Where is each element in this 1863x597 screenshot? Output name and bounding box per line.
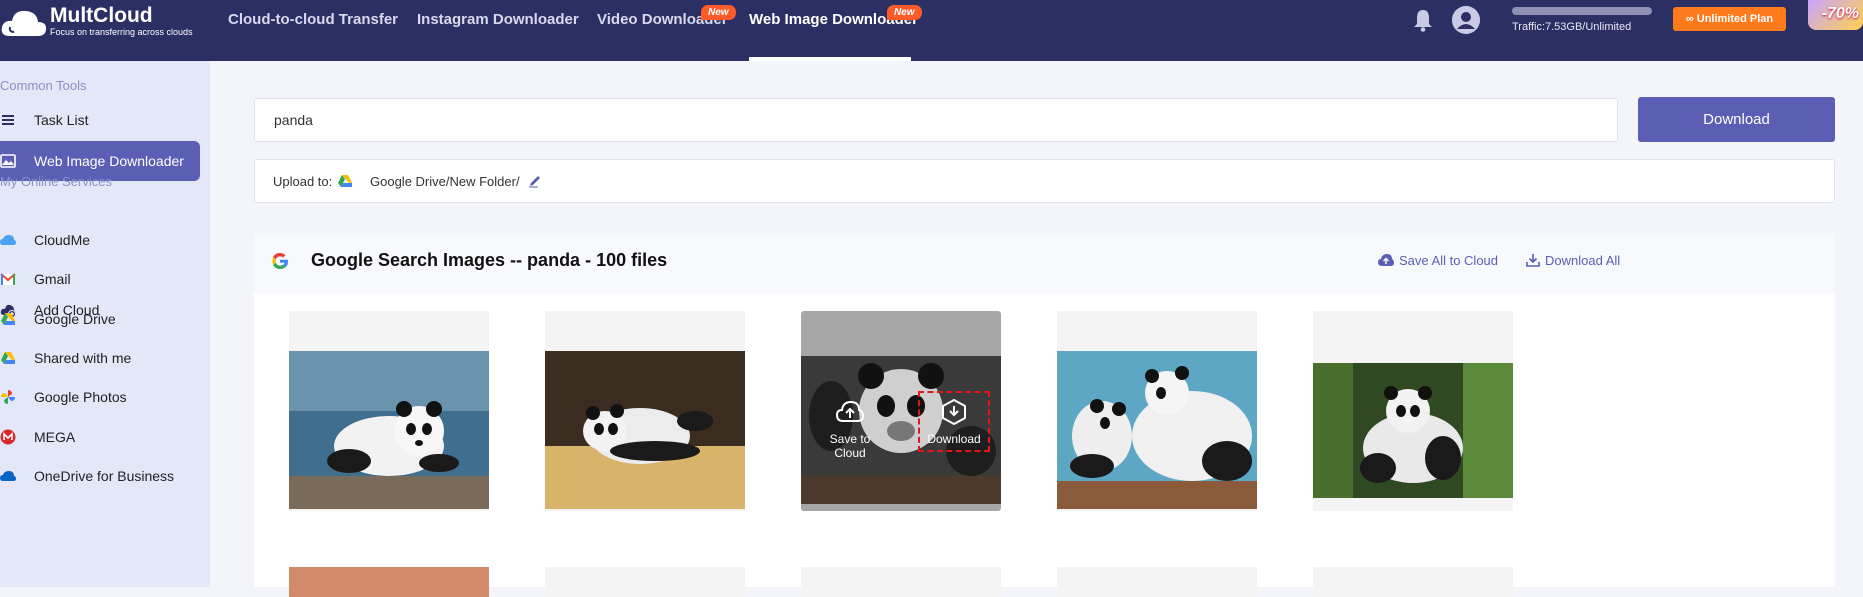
- infinity-icon: ∞: [1685, 13, 1697, 25]
- gmail-icon: [0, 273, 16, 285]
- sidebar-item-cloudme[interactable]: CloudMe: [0, 220, 200, 260]
- panda-bamboo-photo: [1313, 363, 1513, 498]
- cloud-upload-icon: [1378, 254, 1394, 266]
- sidebar-item-onedrive-business[interactable]: OneDrive for Business: [0, 456, 200, 496]
- upload-to-label: Upload to:: [273, 174, 333, 189]
- image-card[interactable]: [801, 567, 1001, 597]
- sidebar-item-shared-with-me[interactable]: Shared with me: [0, 338, 200, 378]
- discount-promo-badge[interactable]: -70%: [1808, 0, 1863, 30]
- download-button[interactable]: Download: [1638, 97, 1835, 142]
- sidebar-item-mega[interactable]: MEGA: [0, 417, 200, 457]
- download-label: Download: [927, 432, 981, 446]
- top-navbar: MultCloud Focus on transferring across c…: [0, 0, 1863, 61]
- nav-web-image-downloader[interactable]: Web Image Downloader New: [749, 5, 922, 28]
- sidebar-item-label: OneDrive for Business: [34, 468, 175, 484]
- save-to-cloud-button[interactable]: Save to Cloud: [815, 398, 885, 460]
- save-all-label: Save All to Cloud: [1399, 253, 1499, 268]
- google-drive-shared-icon: [1, 352, 15, 364]
- image-card[interactable]: [1057, 311, 1257, 511]
- new-badge: New: [887, 5, 922, 20]
- download-icon: [1526, 254, 1540, 267]
- results-header: Google Search Images -- panda - 100 file…: [254, 233, 1835, 293]
- image-card[interactable]: [1313, 567, 1513, 597]
- upload-path: Google Drive/New Folder/: [370, 174, 520, 189]
- sidebar-item-label: MEGA: [34, 429, 76, 445]
- user-avatar-icon[interactable]: [1452, 6, 1480, 34]
- image-card[interactable]: [1313, 311, 1513, 511]
- sidebar-item-label: Shared with me: [34, 350, 132, 366]
- image-card[interactable]: [1057, 567, 1257, 597]
- save-all-to-cloud-button[interactable]: Save All to Cloud: [1378, 253, 1498, 268]
- nav-video-downloader[interactable]: Video Downloader New: [597, 5, 736, 28]
- download-all-label: Download All: [1545, 253, 1621, 268]
- image-card[interactable]: [289, 311, 489, 511]
- google-drive-icon: [338, 175, 352, 187]
- download-all-button[interactable]: Download All: [1526, 253, 1620, 268]
- google-drive-icon: [1, 313, 15, 325]
- upload-destination-row: Upload to: Google Drive/New Folder/: [254, 159, 1835, 203]
- panda-cub-photo: [545, 351, 745, 509]
- bell-icon[interactable]: [1412, 8, 1434, 32]
- panda-photo: [289, 351, 489, 509]
- multcloud-logo[interactable]: MultCloud Focus on transferring across c…: [0, 0, 210, 61]
- traffic-progress-bar: [1512, 7, 1652, 15]
- download-hexagon-icon: [942, 398, 966, 426]
- image-download-button[interactable]: Download: [919, 398, 989, 446]
- image-card[interactable]: [545, 567, 745, 597]
- image-card-hovered[interactable]: Save to Cloud Download: [801, 311, 1001, 511]
- google-g-icon: [272, 253, 288, 269]
- sidebar-item-label: Google Drive: [34, 311, 116, 327]
- sidebar-item-google-drive[interactable]: Google Drive: [0, 299, 200, 339]
- image-card[interactable]: [289, 567, 489, 597]
- onedrive-icon: [0, 471, 16, 481]
- mega-icon: [0, 429, 16, 445]
- app-tagline: Focus on transferring across clouds: [50, 27, 193, 37]
- cloudme-icon: [0, 235, 16, 245]
- results-title: Google Search Images -- panda - 100 file…: [311, 250, 668, 270]
- cloud-upload-icon: [836, 400, 864, 422]
- cloud-logo-icon: [1, 10, 47, 36]
- sidebar-item-gmail[interactable]: Gmail: [0, 259, 200, 299]
- save-to-cloud-label: Save to Cloud: [829, 432, 871, 460]
- nav-cloud-transfer[interactable]: Cloud-to-cloud Transfer: [228, 11, 398, 28]
- image-card[interactable]: [545, 311, 745, 511]
- sidebar-item-label: Google Photos: [34, 389, 127, 405]
- nav-instagram-downloader[interactable]: Instagram Downloader: [417, 11, 579, 28]
- results-panel: Google Search Images -- panda - 100 file…: [254, 233, 1835, 587]
- sidebar-item-google-photos[interactable]: Google Photos: [0, 377, 200, 417]
- unlimited-plan-label: Unlimited Plan: [1696, 13, 1774, 25]
- google-photos-icon: [1, 390, 15, 404]
- traffic-text: Traffic:7.53GB/Unlimited: [1512, 21, 1632, 33]
- two-pandas-photo: [1057, 351, 1257, 509]
- sidebar-item-label: CloudMe: [34, 232, 91, 248]
- unlimited-plan-button[interactable]: ∞ Unlimited Plan: [1673, 7, 1786, 31]
- sidebar-services-list: CloudMe Gmail Google Drive Shared with m…: [0, 61, 210, 587]
- search-input[interactable]: panda: [254, 98, 1618, 142]
- edit-pencil-icon[interactable]: [528, 174, 542, 188]
- sidebar-item-label: Gmail: [34, 271, 71, 287]
- new-badge: New: [701, 5, 736, 20]
- app-name: MultCloud: [50, 4, 153, 27]
